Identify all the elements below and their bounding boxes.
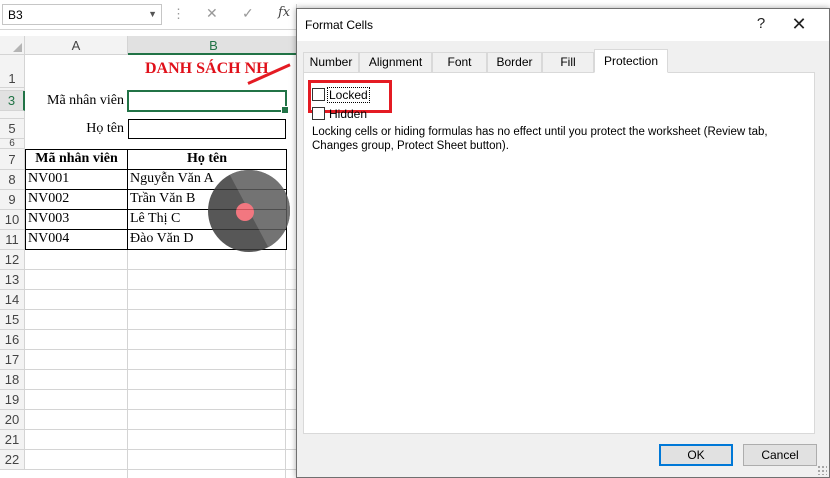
- tab-alignment[interactable]: Alignment: [359, 52, 432, 72]
- row-header-3[interactable]: 3: [0, 91, 25, 111]
- row-header-6[interactable]: 6: [0, 139, 25, 149]
- format-cells-dialog: Format Cells ? ✕ Number Alignment Font B…: [296, 8, 830, 478]
- label-ho-ten: Họ tên: [86, 121, 124, 136]
- protection-info-text: Locking cells or hiding formulas has no …: [312, 126, 768, 152]
- worksheet: A B 1 2 3 4 5 6 7 8 9 10 11 12 13 14 15 …: [0, 36, 300, 478]
- table-header-ma[interactable]: Mã nhân viên: [25, 149, 128, 170]
- tab-border[interactable]: Border: [487, 52, 542, 72]
- cell-ten: Nguyễn Văn A: [130, 171, 214, 186]
- cancel-button[interactable]: Cancel: [743, 444, 817, 466]
- column-header-a[interactable]: A: [25, 36, 128, 55]
- tab-number[interactable]: Number: [303, 52, 359, 72]
- cell-ma: NV004: [28, 231, 70, 246]
- row-header-12[interactable]: 12: [0, 250, 25, 270]
- dialog-titlebar[interactable]: Format Cells ? ✕: [297, 9, 829, 41]
- table-header-ma-text: Mã nhân viên: [35, 151, 118, 166]
- tab-protection[interactable]: Protection: [594, 49, 668, 73]
- help-icon[interactable]: ?: [749, 15, 773, 35]
- empty-grid[interactable]: [25, 250, 300, 478]
- table-row[interactable]: NV003: [25, 209, 128, 230]
- active-cell-indicator: [127, 90, 289, 114]
- row-header-8[interactable]: 8: [0, 170, 25, 190]
- row-header-5[interactable]: 5: [0, 119, 25, 139]
- row-header-14[interactable]: 14: [0, 290, 25, 310]
- ok-button[interactable]: OK: [659, 444, 733, 466]
- drag-handle-icon[interactable]: ⋮: [172, 6, 185, 22]
- table-row[interactable]: NV001: [25, 169, 128, 190]
- tab-fill[interactable]: Fill: [542, 52, 594, 72]
- table-header-ho-ten-text: Họ tên: [186, 151, 228, 166]
- insert-function-icon[interactable]: fx: [278, 5, 290, 20]
- cell-b5[interactable]: [128, 119, 286, 139]
- dialog-title: Format Cells: [305, 18, 374, 32]
- row-header-4[interactable]: 4: [0, 111, 25, 119]
- table-row[interactable]: NV004: [25, 229, 128, 250]
- row-header-13[interactable]: 13: [0, 270, 25, 290]
- chevron-down-icon[interactable]: ▼: [148, 9, 157, 19]
- table-header-ho-ten[interactable]: Họ tên: [127, 149, 287, 170]
- label-ma-nhan-vien: Mã nhân viên: [47, 93, 124, 108]
- column-header-b[interactable]: B: [128, 36, 300, 55]
- cell-ma: NV002: [28, 191, 70, 206]
- row-header-17[interactable]: 17: [0, 350, 25, 370]
- row-header-10[interactable]: 10: [0, 210, 25, 230]
- hidden-checkbox[interactable]: [312, 107, 325, 120]
- locked-checkbox[interactable]: [312, 88, 325, 101]
- cell-ten: Lê Thị C: [130, 211, 181, 226]
- watermark-logo-icon: [208, 170, 290, 252]
- row-header-21[interactable]: 21: [0, 430, 25, 450]
- cell-a3[interactable]: Mã nhân viên: [25, 91, 128, 111]
- close-icon[interactable]: ✕: [787, 14, 811, 36]
- row-header-20[interactable]: 20: [0, 410, 25, 430]
- row-header-18[interactable]: 18: [0, 370, 25, 390]
- name-box-value: B3: [8, 8, 23, 22]
- row-header-7[interactable]: 7: [0, 149, 25, 170]
- cell-a5[interactable]: Họ tên: [25, 119, 128, 139]
- cell-ten: Trần Văn B: [130, 191, 196, 206]
- cell-ma: NV001: [28, 171, 70, 186]
- cell-ma: NV003: [28, 211, 70, 226]
- protection-panel: Locked Hidden Locking cells or hiding fo…: [303, 72, 815, 434]
- hidden-label[interactable]: Hidden: [329, 107, 367, 121]
- row-header-22[interactable]: 22: [0, 450, 25, 470]
- resize-grip-icon[interactable]: [817, 465, 827, 475]
- table-row[interactable]: NV002: [25, 189, 128, 210]
- row-header-11[interactable]: 11: [0, 230, 25, 250]
- row-header-9[interactable]: 9: [0, 190, 25, 210]
- sheet-title: DANH SÁCH NH: [145, 60, 269, 77]
- locked-label[interactable]: Locked: [327, 87, 370, 103]
- name-box[interactable]: B3 ▼: [2, 4, 162, 25]
- cell-ten: Đào Văn D: [130, 231, 194, 246]
- row-header-1[interactable]: 1: [0, 55, 25, 88]
- row-header-19[interactable]: 19: [0, 390, 25, 410]
- cancel-icon[interactable]: ✕: [206, 5, 218, 22]
- select-all-button[interactable]: [0, 36, 25, 55]
- check-icon[interactable]: ✓: [242, 5, 254, 22]
- tab-font[interactable]: Font: [432, 52, 487, 72]
- row-header-16[interactable]: 16: [0, 330, 25, 350]
- row-header-15[interactable]: 15: [0, 310, 25, 330]
